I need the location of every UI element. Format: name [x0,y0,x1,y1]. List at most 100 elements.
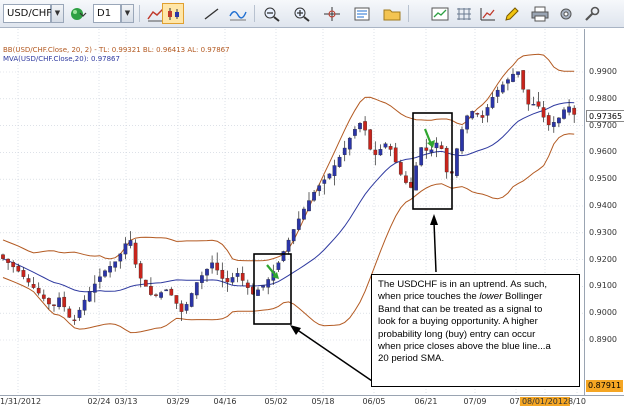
price-tick-label: 0.9500 [589,174,617,184]
candle-body [98,276,102,282]
candle-body [546,115,551,126]
time-tick-label: 01/31/2012 [0,397,42,406]
candle-body [276,262,281,270]
candle-body [179,303,184,312]
candle-body [475,113,480,115]
candlestick-chart-button[interactable] [162,3,184,24]
annotation-line: when price closes above the blue line...… [378,341,551,353]
time-axis[interactable]: 01/31/2012 02/2403/13 03/29 04/16 05/02 05/18… [0,395,624,409]
candle-body [118,253,123,262]
annotation-line: 20 period SMA. [378,353,445,365]
candle-body [72,319,77,322]
candle-body [521,70,526,90]
grid-button[interactable] [452,3,474,24]
toolbar-separator [139,5,140,22]
chart-data-icon [480,8,495,21]
candle-body [113,261,118,268]
print-button[interactable] [528,3,550,24]
candle-body [363,121,367,131]
candle-body [439,145,444,149]
moving-average-line [2,101,575,293]
time-tick-label: 07/09 [463,397,487,406]
candle-body [26,278,31,283]
candle-body [149,286,153,295]
symbol-selector[interactable]: USD/CHF [3,4,52,23]
candle-body [409,181,413,188]
candle-body [215,262,220,271]
candle-body [332,165,337,177]
candle-body [1,254,5,259]
candle-body [506,79,510,84]
candle-body [460,129,464,152]
price-tick-label: 0.8900 [589,335,617,344]
price-tick-label: 0.9900 [589,67,617,76]
bollinger-legend: BB(USD/CHF.Close, 20, 2) - TL: 0.99321 B… [3,46,230,54]
current-price-tag: 0.97365 [586,110,624,122]
candle-body [490,97,495,108]
settings-button[interactable] [554,3,576,24]
candle-body [108,266,112,273]
candle-body [240,273,245,281]
indicators-button[interactable] [226,3,248,24]
candle-body [77,309,82,318]
candle-body [541,107,546,118]
zoom-out-button[interactable] [260,3,282,24]
status-dropdown-arrow[interactable] [76,3,88,24]
draw-line-button[interactable] [200,3,222,24]
candle-body [184,304,189,311]
candle-body [200,275,204,283]
time-tick-label: 04/16 [213,397,237,406]
candle-body [572,107,577,115]
candle-body [434,142,439,149]
timeframe-value: D1 [97,8,112,19]
crosshair-icon [324,7,340,21]
callout-pointer-arrowhead [290,325,301,335]
timeframe-selector[interactable]: D1 [93,4,121,23]
grid-icon [457,8,471,20]
candle-body [210,262,214,269]
candle-body [6,258,10,263]
drawing-tools-button[interactable] [500,3,522,24]
candle-body [414,165,418,191]
crosshair-button[interactable] [320,3,342,24]
folder-icon [383,9,401,21]
price-tick-label: 0.9200 [589,254,617,264]
symbol-dropdown-arrow[interactable]: ▼ [51,4,64,23]
moving-average-legend: MVA(USD/CHF.Close,20): 0.97867 [3,55,120,63]
candle-body [62,296,67,308]
candle-body [286,239,291,252]
candle-body [41,294,46,299]
toolbar-separator [254,5,255,22]
candle-body [67,308,72,318]
zoom-in-icon [294,7,310,22]
properties-button[interactable] [350,3,372,24]
price-tick-label: 0.9800 [589,93,617,103]
candle-body [465,115,469,130]
price-tick-label: 0.9000 [589,308,617,318]
candlestick-icon [168,8,179,20]
template-button[interactable] [380,3,402,24]
low-price-tag: 0.87911 [586,380,624,392]
time-tick-label: 05/18 [311,397,335,406]
annotation-text: when price touches the [378,291,480,303]
candle-body [516,71,520,75]
candle-body [557,117,561,124]
zoom-in-button[interactable] [290,3,312,24]
chart-window-button[interactable] [428,3,450,24]
time-tick-label: 08/01/2012 [519,397,571,406]
chart-toolbar: USD/CHF ▼ D1 ▼ [0,0,624,28]
candle-body [159,292,163,298]
annotation-text: Bollinger [502,291,543,303]
chart-data-button[interactable] [476,3,498,24]
zoom-out-icon [264,7,280,22]
printer-icon [531,6,549,22]
options-button[interactable] [580,3,602,24]
price-axis[interactable]: 0.9900 0.9800 0.9700 0.9600 0.9500 0.9400 0.93… [584,29,624,395]
candle-body [245,282,250,288]
timeframe-dropdown-arrow[interactable]: ▼ [121,4,134,23]
candle-body [500,84,505,93]
candle-body [225,278,230,283]
candle-body [383,143,388,148]
candle-body [398,162,403,175]
properties-icon [354,7,370,21]
